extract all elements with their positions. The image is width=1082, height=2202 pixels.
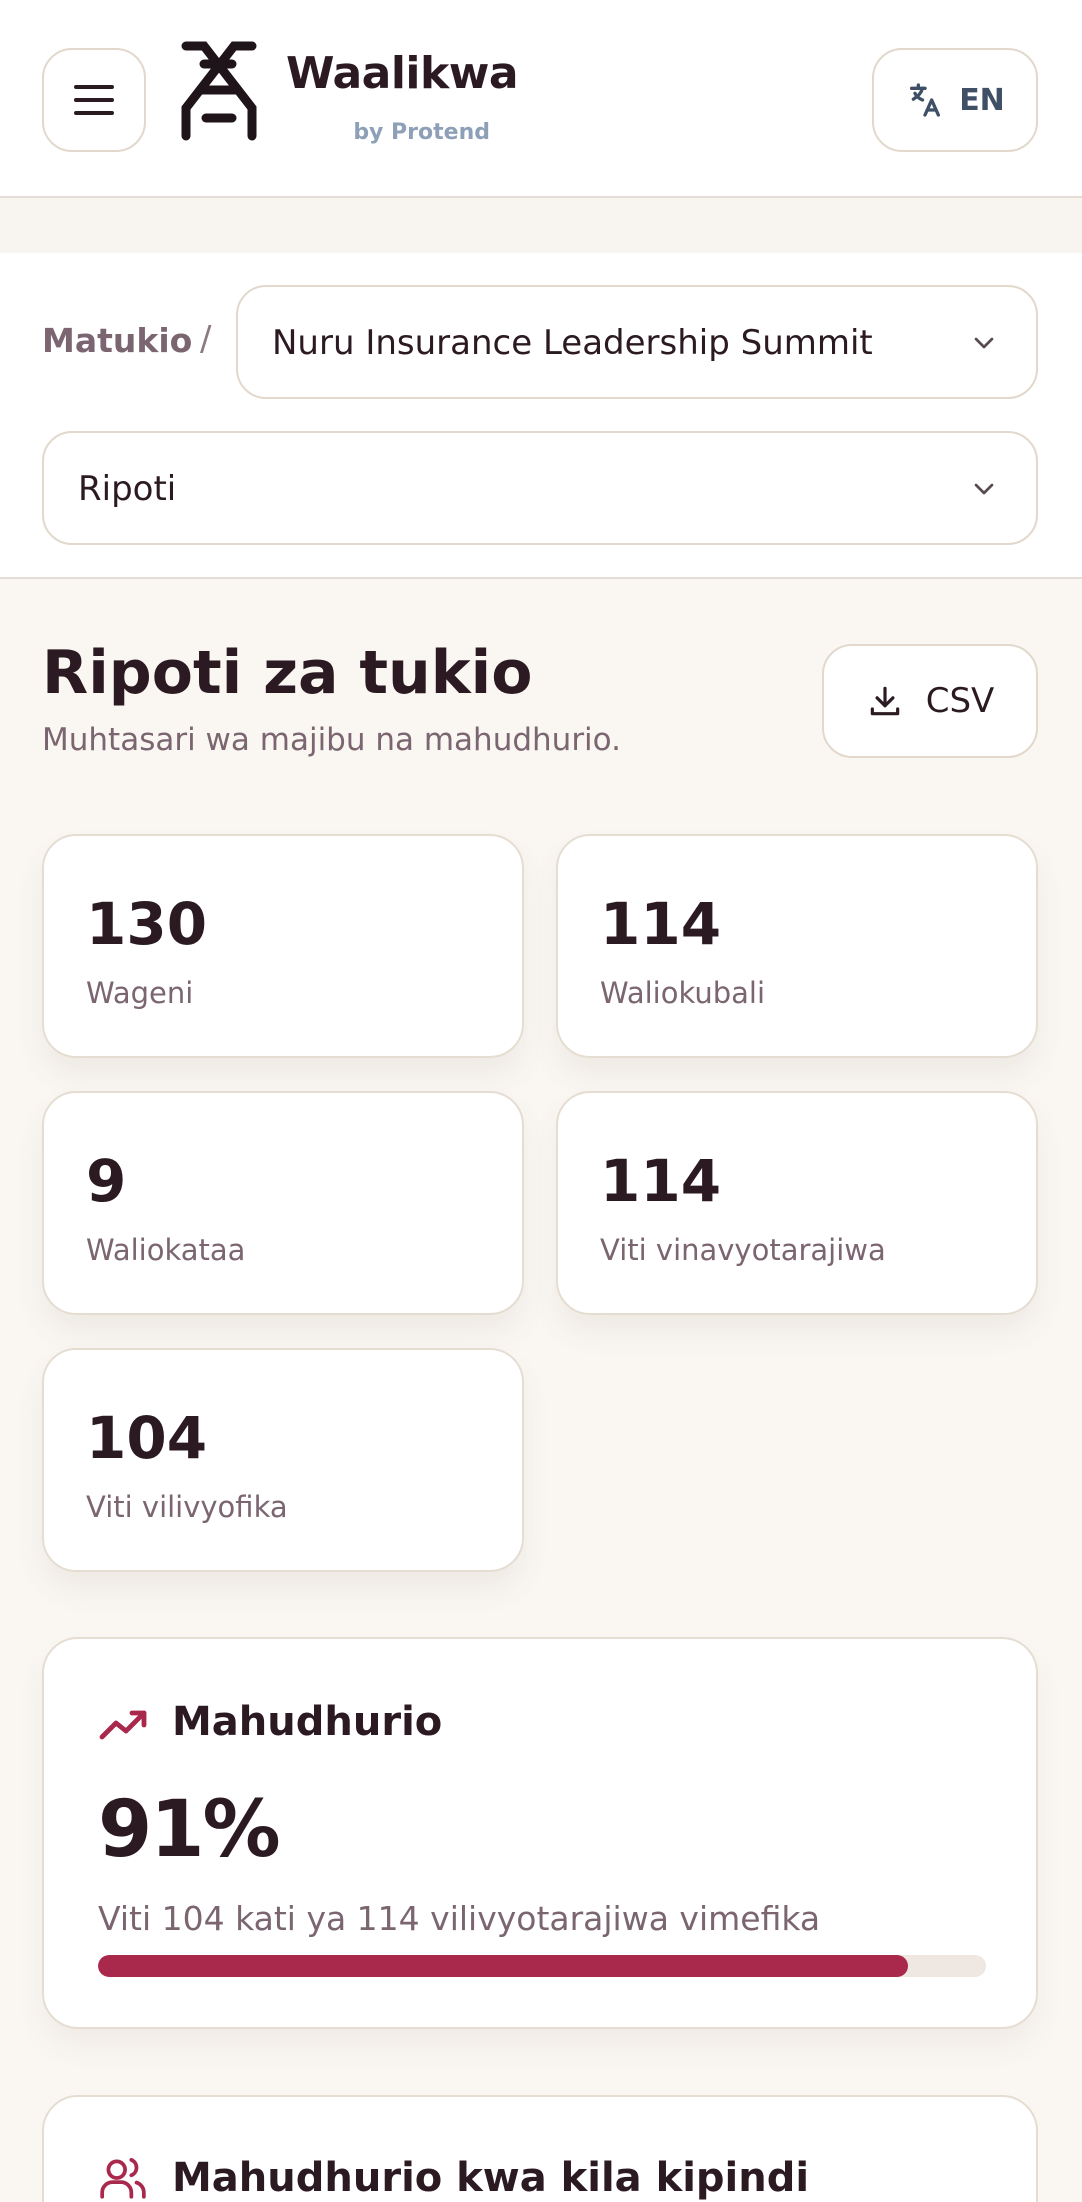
session-attendance-card: Mahudhurio kwa kila kipindi [42, 2095, 1038, 2202]
brand-name: Waalikwa [286, 48, 519, 99]
export-csv-button[interactable]: CSV [822, 644, 1038, 758]
attendance-description: Viti 104 kati ya 114 vilivyotarajiwa vim… [98, 1899, 821, 1938]
users-icon [100, 2158, 146, 2199]
brand-subtitle: by Protend [353, 120, 490, 145]
event-select-value: Nuru Insurance Leadership Summit [272, 323, 873, 363]
stat-label: Wageni [86, 976, 194, 1010]
stat-card-guests: 130 Wageni [42, 834, 524, 1058]
download-icon [870, 686, 899, 716]
stat-card-expected-seats: 114 Viti vinavyotarajiwa [556, 1091, 1038, 1315]
stat-label: Viti vilivyofika [86, 1490, 288, 1524]
view-select-value: Ripoti [78, 469, 177, 509]
chevron-down-icon [974, 483, 994, 495]
translate-icon [910, 83, 941, 117]
attendance-progress-fill [98, 1955, 908, 1977]
menu-icon [74, 85, 114, 115]
export-csv-label: CSV [925, 681, 995, 721]
trending-up-icon [99, 1710, 147, 1740]
session-attendance-title: Mahudhurio kwa kila kipindi [172, 2155, 810, 2201]
attendance-title: Mahudhurio [172, 1699, 443, 1745]
header-spacer [0, 198, 1082, 253]
chevron-down-icon [974, 337, 994, 349]
menu-button[interactable] [42, 48, 146, 152]
waalikwa-logo [181, 41, 257, 141]
stat-value: 130 [86, 890, 208, 958]
view-select[interactable]: Ripoti [42, 431, 1038, 545]
stat-card-arrived-seats: 104 Viti vilivyofika [42, 1348, 524, 1572]
stat-value: 114 [600, 890, 722, 958]
event-select[interactable]: Nuru Insurance Leadership Summit [236, 285, 1038, 399]
attendance-percent: 91% [98, 1785, 281, 1875]
stat-card-declined: 9 Waliokataa [42, 1091, 524, 1315]
stat-label: Waliokubali [600, 976, 766, 1010]
language-label: EN [959, 82, 1005, 118]
breadcrumb-events-link[interactable]: Matukio [42, 321, 192, 360]
navigation-block: Matukio / Nuru Insurance Leadership Summ… [0, 253, 1082, 579]
attendance-progress-track [98, 1955, 986, 1977]
stat-value: 104 [86, 1404, 208, 1472]
stat-label: Viti vinavyotarajiwa [600, 1233, 886, 1267]
app-header: Waalikwa by Protend EN [0, 0, 1082, 198]
language-button[interactable]: EN [872, 48, 1038, 152]
stat-card-accepted: 114 Waliokubali [556, 834, 1038, 1058]
stat-value: 114 [600, 1147, 722, 1215]
reports-page: Waalikwa by Protend EN Matukio / Nuru In… [0, 0, 1082, 2202]
breadcrumb-separator: / [200, 319, 212, 359]
stat-value: 9 [86, 1147, 127, 1215]
page-title: Ripoti za tukio [42, 638, 533, 708]
attendance-card: Mahudhurio 91% Viti 104 kati ya 114 vili… [42, 1637, 1038, 2029]
page-subtitle: Muhtasari wa majibu na mahudhurio. [42, 722, 621, 758]
stat-label: Waliokataa [86, 1233, 246, 1267]
